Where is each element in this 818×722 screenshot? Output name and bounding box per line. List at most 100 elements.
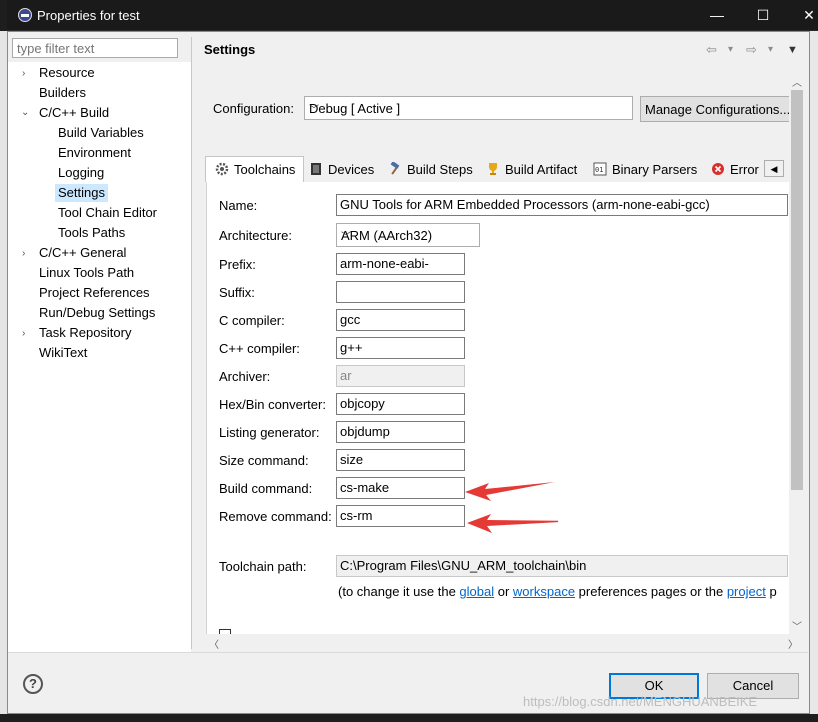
collapse-arrow-icon[interactable]: ⌄ [21, 107, 29, 118]
tab-bar: Toolchains Devices Build Steps Build Art… [205, 156, 788, 182]
binary-icon: 01 [593, 162, 607, 176]
back-icon[interactable]: ⇦ [706, 42, 717, 58]
architecture-select[interactable]: ARM (AArch32) ﹀ [336, 223, 480, 247]
tab-label: Build Artifact [505, 162, 578, 177]
build-command-label: Build command: [219, 481, 313, 496]
expand-arrow-icon[interactable]: › [22, 68, 25, 79]
tree-item-resource[interactable]: Resource [36, 64, 98, 82]
suffix-field[interactable] [336, 281, 465, 303]
tab-devices[interactable]: Devices [309, 157, 383, 182]
maximize-button[interactable]: ☐ [740, 0, 786, 30]
tree-item-task-repository[interactable]: Task Repository [36, 324, 134, 342]
title-bar: Properties for test — ☐ ✕ [7, 0, 818, 31]
vertical-scrollbar[interactable]: ︿ ﹀ [789, 72, 805, 634]
trophy-icon [489, 163, 497, 175]
scroll-right-icon[interactable]: 〉 [788, 636, 798, 651]
tab-toolchains[interactable]: Toolchains [205, 156, 304, 182]
remove-command-label: Remove command: [219, 509, 332, 524]
name-field[interactable]: GNU Tools for ARM Embedded Processors (a… [336, 194, 788, 216]
view-menu-icon[interactable]: ▼ [787, 44, 798, 56]
scroll-up-icon[interactable]: ︿ [792, 74, 802, 89]
cpp-compiler-field[interactable]: g++ [336, 337, 465, 359]
tab-binary-parsers[interactable]: 01 Binary Parsers [593, 157, 705, 182]
tree-item-run-debug-settings[interactable]: Run/Debug Settings [36, 304, 158, 322]
listing-label: Listing generator: [219, 425, 320, 440]
window-title: Properties for test [37, 8, 140, 23]
forward-dropdown-icon[interactable]: ▾ [768, 44, 773, 55]
tab-label: Error [730, 162, 759, 177]
tab-build-artifact[interactable]: Build Artifact [486, 157, 587, 182]
tab-label: Devices [328, 162, 375, 177]
chip-icon [311, 163, 321, 175]
scroll-thumb[interactable] [791, 90, 803, 490]
taskbar-edge [0, 714, 818, 722]
help-button[interactable]: ? [23, 674, 43, 694]
architecture-label: Architecture: [219, 228, 292, 243]
forward-icon[interactable]: ⇨ [746, 42, 757, 58]
tree-item-tool-chain-editor[interactable]: Tool Chain Editor [55, 204, 160, 222]
tree-item-cpp-build[interactable]: C/C++ Build [36, 104, 112, 122]
configuration-label: Configuration: [213, 101, 294, 116]
configuration-select[interactable]: Debug [ Active ] ﹀ [304, 96, 633, 120]
tree-item-project-references[interactable]: Project References [36, 284, 153, 302]
tree-item-linux-tools-path[interactable]: Linux Tools Path [36, 264, 137, 282]
expand-arrow-icon[interactable]: › [22, 328, 25, 339]
tree-item-tools-paths[interactable]: Tools Paths [55, 224, 128, 242]
prefix-field[interactable]: arm-none-eabi- [336, 253, 465, 275]
expand-arrow-icon[interactable]: › [22, 248, 25, 259]
filter-input[interactable] [12, 38, 178, 58]
hexbin-field[interactable]: objcopy [336, 393, 465, 415]
close-button[interactable]: ✕ [786, 0, 818, 30]
chevron-down-icon: ﹀ [341, 232, 351, 243]
panel-divider[interactable] [191, 37, 192, 649]
annotation-arrow-icon [465, 482, 558, 533]
svg-text:01: 01 [595, 166, 603, 174]
help-text-part: or [494, 584, 513, 599]
chevron-down-icon: ﹀ [309, 105, 319, 116]
background-window-strip-right [810, 31, 818, 714]
cpp-compiler-label: C++ compiler: [219, 341, 300, 356]
size-field[interactable]: size [336, 449, 465, 471]
archiver-field: ar [336, 365, 465, 387]
back-dropdown-icon[interactable]: ▾ [728, 44, 733, 55]
toolchain-path-label: Toolchain path: [219, 559, 307, 574]
tree-item-logging[interactable]: Logging [55, 164, 107, 182]
help-text-part: p [765, 584, 777, 599]
watermark: https://blog.csdn.net/MENGHUANBEIKE [523, 694, 758, 709]
tree-item-cpp-general[interactable]: C/C++ General [36, 244, 129, 262]
tab-label: Toolchains [234, 162, 296, 177]
manage-configurations-button[interactable]: Manage Configurations... [640, 96, 790, 122]
background-window-strip [0, 31, 7, 714]
remove-command-field[interactable]: cs-rm [336, 505, 465, 527]
tab-error[interactable]: Error [711, 157, 767, 182]
tree-item-build-variables[interactable]: Build Variables [55, 124, 147, 142]
tree-item-environment[interactable]: Environment [55, 144, 134, 162]
footer-separator [8, 652, 808, 653]
tab-build-steps[interactable]: Build Steps [388, 157, 481, 182]
page-title: Settings [204, 42, 256, 57]
property-tree: › Resource Builders ⌄ C/C++ Build Build … [8, 62, 191, 652]
suffix-label: Suffix: [219, 285, 255, 300]
tree-item-builders[interactable]: Builders [36, 84, 89, 102]
toolchain-help-text: (to change it use the global or workspac… [338, 584, 777, 599]
name-label: Name: [219, 198, 258, 213]
workspace-link[interactable]: workspace [513, 584, 575, 599]
tree-item-settings[interactable]: Settings [55, 184, 108, 202]
error-icon [712, 163, 724, 175]
help-text-part: preferences pages or the [575, 584, 727, 599]
c-compiler-label: C compiler: [219, 313, 285, 328]
minimize-button[interactable]: — [694, 0, 740, 30]
c-compiler-field[interactable]: gcc [336, 309, 465, 331]
global-link[interactable]: global [459, 584, 494, 599]
tree-item-wikitext[interactable]: WikiText [36, 344, 90, 362]
scroll-left-icon[interactable]: 〈 [209, 636, 219, 651]
toolchain-path-field[interactable]: C:\Program Files\GNU_ARM_toolchain\bin [336, 555, 788, 577]
build-command-field[interactable]: cs-make [336, 477, 465, 499]
horizontal-scrollbar[interactable]: 〈 〉 [206, 634, 804, 651]
tab-scroll-left-button[interactable]: ◀ [764, 160, 784, 177]
project-link[interactable]: project [727, 584, 766, 599]
scroll-down-icon[interactable]: ﹀ [792, 618, 802, 633]
eclipse-app-icon [18, 8, 32, 22]
listing-field[interactable]: objdump [336, 421, 465, 443]
prefix-label: Prefix: [219, 257, 256, 272]
